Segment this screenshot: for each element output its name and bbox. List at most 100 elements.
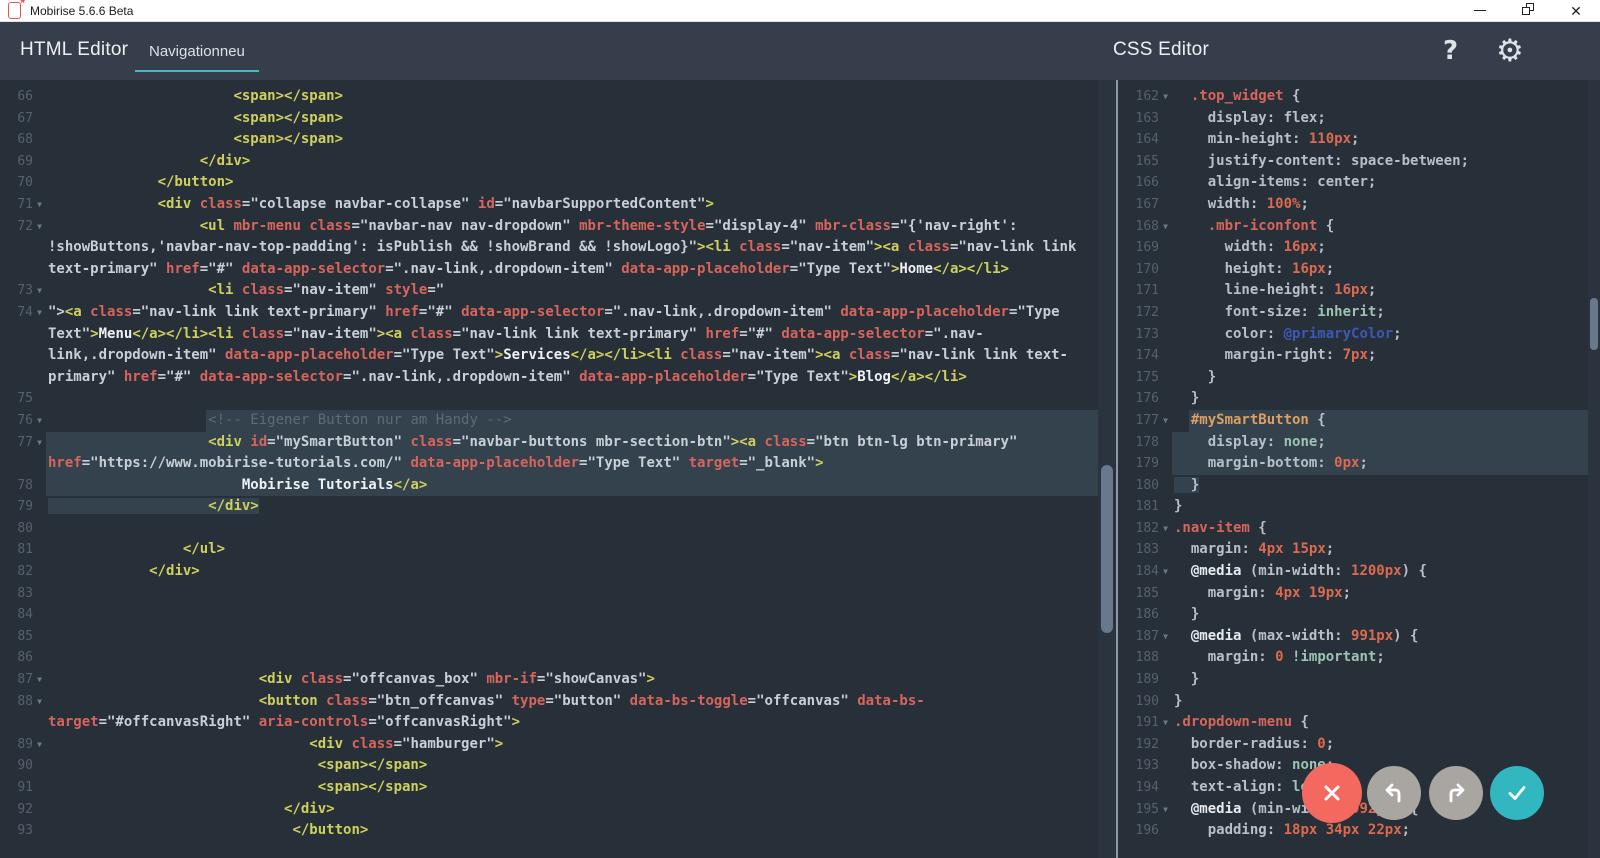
code-line-188[interactable]: 188 margin: 0 !important;	[1118, 647, 1600, 669]
code-text[interactable]: }	[1172, 669, 1600, 691]
code-line-76[interactable]: 76▼ <!-- Eigener Button nur am Handy -->	[0, 410, 1098, 432]
scrollbar-thumb[interactable]	[1590, 298, 1598, 350]
code-line-196[interactable]: 196 padding: 18px 34px 22px;	[1118, 820, 1600, 842]
code-text[interactable]: </button>	[46, 172, 1098, 194]
code-line-172[interactable]: 172 font-size: inherit;	[1118, 302, 1600, 324]
code-text[interactable]: <div class="hamburger">	[46, 734, 1098, 756]
code-line-81[interactable]: 81 </ul>	[0, 539, 1098, 561]
code-text[interactable]: }	[1172, 604, 1600, 626]
code-text[interactable]: "><a class="nav-link link text-primary" …	[46, 302, 1098, 388]
code-text[interactable]: </ul>	[46, 539, 1098, 561]
code-text[interactable]: .nav-item {	[1172, 518, 1600, 540]
code-text[interactable]: align-items: center;	[1172, 172, 1600, 194]
code-line-184[interactable]: 184▼ @media (min-width: 1200px) {	[1118, 561, 1600, 583]
code-text[interactable]: </div>	[46, 561, 1098, 583]
code-line-169[interactable]: 169 width: 16px;	[1118, 237, 1600, 259]
code-line-75[interactable]: 75	[0, 388, 1098, 410]
code-line-186[interactable]: 186 }	[1118, 604, 1600, 626]
css-editor-scrollbar[interactable]	[1588, 80, 1600, 858]
code-text[interactable]: </button>	[46, 820, 1098, 842]
code-text[interactable]: }	[1172, 496, 1600, 518]
help-icon[interactable]: ?	[1443, 22, 1458, 80]
code-text[interactable]: margin-bottom: 0px;	[1172, 453, 1600, 475]
code-text[interactable]: margin: 0 !important;	[1172, 647, 1600, 669]
code-text[interactable]: <li class="nav-item" style="	[46, 280, 1098, 302]
fold-arrow-icon[interactable]: ▼	[33, 669, 46, 691]
code-line-165[interactable]: 165 justify-content: space-between;	[1118, 151, 1600, 173]
code-text[interactable]: <span></span>	[46, 755, 1098, 777]
fold-arrow-icon[interactable]: ▼	[1159, 86, 1172, 108]
code-line-71[interactable]: 71▼ <div class="collapse navbar-collapse…	[0, 194, 1098, 216]
code-line-178[interactable]: 178 display: none;	[1118, 432, 1600, 454]
confirm-button[interactable]	[1490, 766, 1544, 820]
code-text[interactable]: line-height: 16px;	[1172, 280, 1600, 302]
code-line-69[interactable]: 69 </div>	[0, 151, 1098, 173]
code-text[interactable]: <span></span>	[46, 129, 1098, 151]
code-line-166[interactable]: 166 align-items: center;	[1118, 172, 1600, 194]
scrollbar-thumb[interactable]	[1101, 465, 1113, 633]
code-line-162[interactable]: 162▼ .top_widget {	[1118, 86, 1600, 108]
code-text[interactable]: .dropdown-menu {	[1172, 712, 1600, 734]
undo-button[interactable]	[1367, 766, 1421, 820]
code-line-189[interactable]: 189 }	[1118, 669, 1600, 691]
fold-arrow-icon[interactable]: ▼	[33, 302, 46, 388]
code-line-175[interactable]: 175 }	[1118, 367, 1600, 389]
fold-arrow-icon[interactable]: ▼	[1159, 410, 1172, 432]
code-line-173[interactable]: 173 color: @primaryColor;	[1118, 324, 1600, 346]
code-text[interactable]	[46, 583, 1098, 605]
code-text[interactable]: <button class="btn_offcanvas" type="butt…	[46, 691, 1098, 734]
code-line-66[interactable]: 66 <span></span>	[0, 86, 1098, 108]
code-line-84[interactable]: 84	[0, 604, 1098, 626]
code-text[interactable]: <span></span>	[46, 86, 1098, 108]
tab-navigationneu[interactable]: Navigationneu	[135, 22, 259, 80]
code-line-83[interactable]: 83	[0, 583, 1098, 605]
fold-arrow-icon[interactable]: ▼	[33, 432, 46, 475]
code-line-168[interactable]: 168▼ .mbr-iconfont {	[1118, 216, 1600, 238]
code-text[interactable]: .mbr-iconfont {	[1172, 216, 1600, 238]
fold-arrow-icon[interactable]: ▼	[33, 280, 46, 302]
code-text[interactable]: min-height: 110px;	[1172, 129, 1600, 151]
code-line-89[interactable]: 89▼ <div class="hamburger">	[0, 734, 1098, 756]
fold-arrow-icon[interactable]: ▼	[33, 691, 46, 734]
code-text[interactable]: margin: 4px 19px;	[1172, 583, 1600, 605]
css-code-editor[interactable]: 162▼ .top_widget {163 display: flex;164 …	[1116, 80, 1600, 858]
code-text[interactable]: margin: 4px 15px;	[1172, 539, 1600, 561]
code-line-87[interactable]: 87▼ <div class="offcanvas_box" mbr-if="s…	[0, 669, 1098, 691]
code-line-92[interactable]: 92 </div>	[0, 799, 1098, 821]
code-line-67[interactable]: 67 <span></span>	[0, 108, 1098, 130]
code-line-174[interactable]: 174 margin-right: 7px;	[1118, 345, 1600, 367]
fold-arrow-icon[interactable]: ▼	[1159, 626, 1172, 648]
code-text[interactable]: <span></span>	[46, 777, 1098, 799]
code-line-192[interactable]: 192 border-radius: 0;	[1118, 734, 1600, 756]
code-line-163[interactable]: 163 display: flex;	[1118, 108, 1600, 130]
code-line-177[interactable]: 177▼ #mySmartButton {	[1118, 410, 1600, 432]
fold-arrow-icon[interactable]: ▼	[33, 410, 46, 432]
fold-arrow-icon[interactable]: ▼	[33, 194, 46, 216]
code-line-74[interactable]: 74▼"><a class="nav-link link text-primar…	[0, 302, 1098, 388]
code-text[interactable]: Mobirise Tutorials</a>	[46, 475, 1098, 497]
code-text[interactable]: margin-right: 7px;	[1172, 345, 1600, 367]
code-text[interactable]: }	[1172, 691, 1600, 713]
code-text[interactable]: }	[1172, 388, 1600, 410]
fold-arrow-icon[interactable]: ▼	[1159, 518, 1172, 540]
code-text[interactable]: </div>	[46, 496, 1098, 518]
code-text[interactable]: width: 100%;	[1172, 194, 1600, 216]
code-text[interactable]: #mySmartButton {	[1172, 410, 1600, 432]
code-text[interactable]	[46, 647, 1098, 669]
code-line-181[interactable]: 181}	[1118, 496, 1600, 518]
code-text[interactable]: color: @primaryColor;	[1172, 324, 1600, 346]
code-text[interactable]: }	[1172, 367, 1600, 389]
html-editor-scrollbar[interactable]	[1098, 80, 1116, 858]
html-code-editor[interactable]: 66 <span></span>67 <span></span>68 <span…	[0, 80, 1098, 858]
cancel-button[interactable]	[1302, 763, 1362, 823]
code-line-90[interactable]: 90 <span></span>	[0, 755, 1098, 777]
code-text[interactable]: }	[1172, 475, 1600, 497]
code-text[interactable]: width: 16px;	[1172, 237, 1600, 259]
code-text[interactable]: <span></span>	[46, 108, 1098, 130]
fold-arrow-icon[interactable]: ▼	[1159, 799, 1172, 821]
code-text[interactable]: padding: 18px 34px 22px;	[1172, 820, 1600, 842]
code-line-171[interactable]: 171 line-height: 16px;	[1118, 280, 1600, 302]
code-text[interactable]: </div>	[46, 799, 1098, 821]
code-text[interactable]	[46, 626, 1098, 648]
code-line-78[interactable]: 78 Mobirise Tutorials</a>	[0, 475, 1098, 497]
